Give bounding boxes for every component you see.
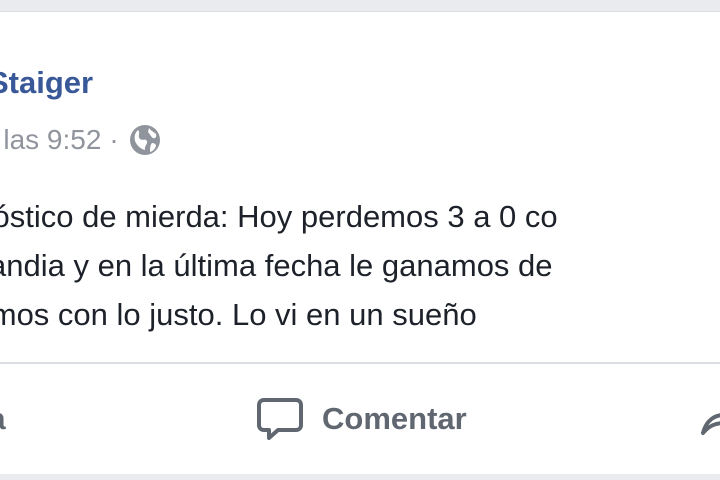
comment-icon (256, 395, 304, 443)
post-text: onóstico de mierda: Hoy perdemos 3 a 0 c… (0, 192, 558, 339)
post-text-line: onóstico de mierda: Hoy perdemos 3 a 0 c… (0, 199, 558, 234)
post-meta: a las 9:52 · (0, 123, 161, 157)
like-button[interactable]: ta (0, 394, 6, 444)
comment-button-label: Comentar (322, 401, 467, 436)
post-text-line: camos con lo justo. Lo vi en un sueño (0, 297, 477, 332)
like-button-label: ta (0, 401, 6, 437)
feed-background-top (0, 0, 720, 11)
feed-background-bottom (0, 474, 720, 480)
post-actions-bar: ta Comentar (0, 364, 720, 472)
share-button[interactable] (700, 394, 720, 444)
post-author-name[interactable]: Staiger (0, 67, 93, 98)
globe-icon[interactable] (129, 124, 161, 156)
page: Staiger a las 9:52 · onóstico de mierda:… (0, 0, 720, 480)
comment-button[interactable]: Comentar (256, 394, 467, 444)
meta-separator: · (109, 124, 119, 155)
post-timestamp[interactable]: a las 9:52 (0, 124, 101, 156)
post-text-line: Islandia y en la última fecha le ganamos… (0, 248, 553, 283)
share-icon (700, 399, 720, 439)
